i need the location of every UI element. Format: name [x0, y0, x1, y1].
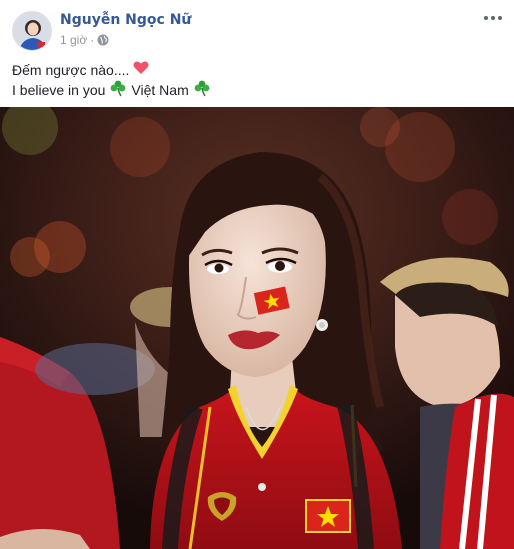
more-options-icon[interactable] — [482, 10, 504, 26]
more-dot — [484, 16, 488, 20]
photo-fan-image — [0, 107, 514, 549]
heart-emoji-icon — [133, 60, 149, 80]
shamrock-emoji-icon — [109, 79, 127, 102]
avatar-image — [13, 12, 51, 50]
post-photo[interactable] — [0, 107, 514, 549]
shamrock-emoji-icon — [193, 79, 211, 102]
meta-separator: · — [90, 33, 95, 47]
post-text-line: Đếm ngược nào.... — [12, 60, 502, 80]
post-text-line: I believe in you Việt Nam — [12, 80, 502, 100]
post-text-line-1: Đếm ngược nào.... — [12, 62, 130, 78]
globe-icon[interactable] — [97, 34, 109, 46]
post-text-line-2: I believe in you — [12, 82, 106, 98]
more-dot — [498, 16, 502, 20]
more-dot — [491, 16, 495, 20]
post-timestamp[interactable]: 1 giờ — [60, 33, 87, 47]
facebook-post: Nguyễn Ngọc Nữ 1 giờ · Đếm ngược nào.... — [0, 0, 514, 549]
author-name[interactable]: Nguyễn Ngọc Nữ — [60, 12, 191, 28]
post-text-line-2-suffix: Việt Nam — [131, 82, 189, 98]
author-avatar[interactable] — [12, 11, 52, 51]
post-text: Đếm ngược nào.... I believe in you Việt … — [12, 60, 502, 100]
post-meta: 1 giờ · — [60, 33, 109, 47]
post-header: Nguyễn Ngọc Nữ 1 giờ · — [0, 0, 514, 56]
